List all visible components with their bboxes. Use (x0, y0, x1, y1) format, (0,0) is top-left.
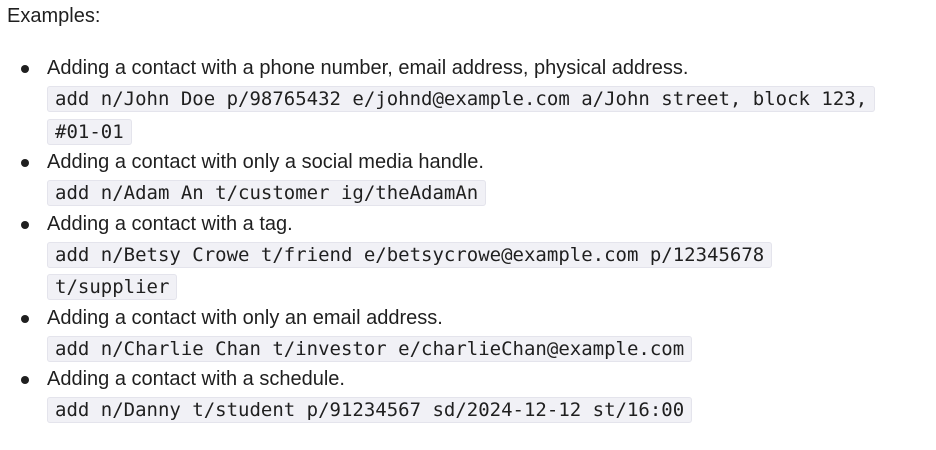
examples-list: Adding a contact with a phone number, em… (0, 54, 936, 427)
bullet-icon (21, 376, 29, 384)
code-snippet: add n/Danny t/student p/91234567 sd/2024… (47, 397, 693, 423)
code-snippet: add n/John Doe p/98765432 e/johnd@exampl… (47, 86, 876, 112)
bullet-icon (21, 220, 29, 229)
example-description: Adding a contact with only a social medi… (47, 151, 484, 173)
bullet-icon (21, 65, 29, 73)
example-description: Adding a contact with a schedule. (47, 368, 345, 390)
code-line: add n/Betsy Crowe t/friend e/betsycrowe@… (47, 239, 936, 272)
code-snippet: add n/Charlie Chan t/investor e/charlieC… (47, 335, 693, 362)
code-snippet: #01-01 (47, 118, 132, 145)
bullet-icon (21, 314, 29, 323)
code-snippet: add n/Adam An t/customer ig/theAdamAn (47, 180, 487, 206)
list-item: Adding a contact with a schedule. add n/… (0, 365, 936, 427)
examples-heading: Examples: (7, 5, 101, 27)
code-line: #01-01 (0, 116, 936, 149)
code-line: add n/Danny t/student p/91234567 sd/2024… (47, 394, 936, 427)
list-item: Adding a contact with a tag. add n/Betsy… (0, 210, 936, 304)
code-snippet: t/supplier (47, 274, 178, 300)
bullet-icon (21, 159, 29, 167)
list-item: Adding a contact with a phone number, em… (0, 54, 936, 148)
code-line: t/supplier (0, 271, 936, 304)
code-line: add n/John Doe p/98765432 e/johnd@exampl… (47, 83, 936, 116)
code-line: add n/Charlie Chan t/investor e/charlieC… (47, 333, 936, 366)
list-item: Adding a contact with only a social medi… (0, 148, 936, 210)
example-description: Adding a contact with a phone number, em… (47, 57, 689, 79)
code-line: add n/Adam An t/customer ig/theAdamAn (47, 177, 936, 210)
example-description: Adding a contact with only an email addr… (47, 306, 443, 329)
example-description: Adding a contact with a tag. (47, 212, 293, 235)
list-item: Adding a contact with only an email addr… (0, 304, 936, 366)
code-snippet: add n/Betsy Crowe t/friend e/betsycrowe@… (47, 241, 773, 268)
